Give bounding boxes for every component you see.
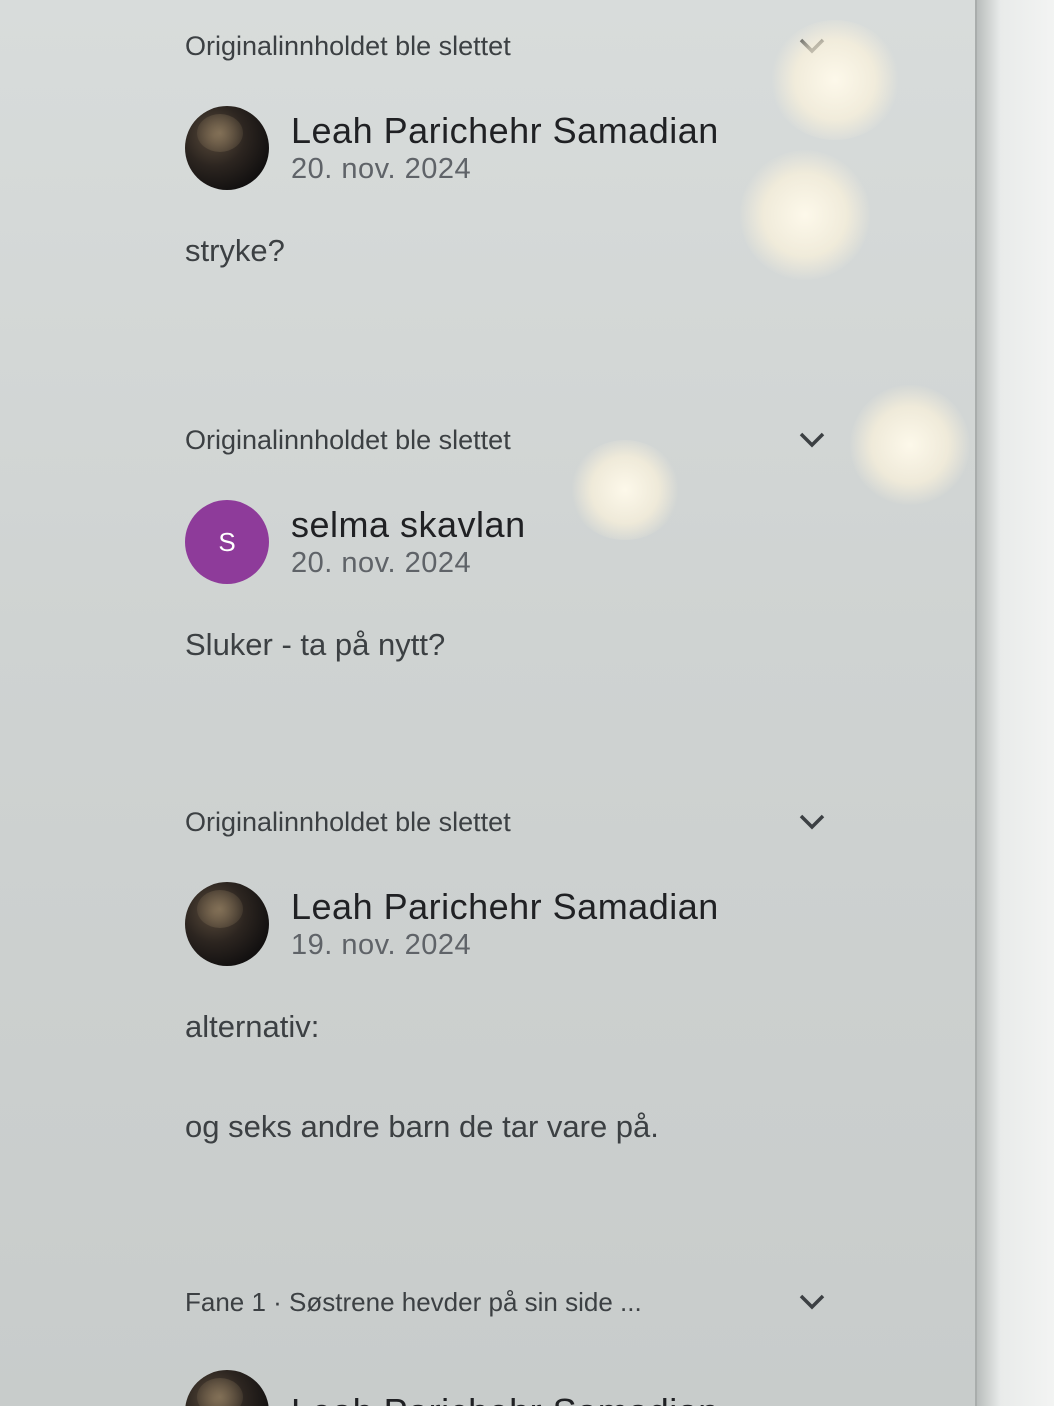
chevron-down-icon[interactable] <box>797 1287 827 1317</box>
chevron-down-icon[interactable] <box>797 425 827 455</box>
comment-thread: Fane 1 · Søstrene hevder på sin side ...… <box>185 1280 835 1406</box>
comment-body: alternativ: og seks andre barn de tar va… <box>185 1008 835 1146</box>
author-meta: selma skavlan 20. nov. 2024 <box>291 504 526 580</box>
comment-date: 19. nov. 2024 <box>291 929 472 961</box>
thread-quote-text: Originalinnholdet ble slettet <box>185 424 511 455</box>
comment: S selma skavlan 20. nov. 2024 Sluker - t… <box>185 500 835 664</box>
comment-thread: Originalinnholdet ble slettet Leah Paric… <box>185 24 835 270</box>
comment-date: 20. nov. 2024 <box>291 547 472 579</box>
thread-header[interactable]: Originalinnholdet ble slettet <box>185 800 835 844</box>
comments-panel: Originalinnholdet ble slettet Leah Paric… <box>0 0 975 1406</box>
comment-date: 20. nov. 2024 <box>291 153 472 185</box>
comment: Leah Parichehr Samadian 20. nov. 2024 st… <box>185 106 835 270</box>
thread-quote-text: Fane 1 · Søstrene hevder på sin side ... <box>185 1286 642 1317</box>
chevron-down-icon[interactable] <box>797 31 827 61</box>
comment-thread: Originalinnholdet ble slettet S selma sk… <box>185 418 835 664</box>
avatar[interactable] <box>185 1370 269 1406</box>
comment-body: stryke? <box>185 232 835 270</box>
comment-author-row: S selma skavlan 20. nov. 2024 <box>185 500 835 584</box>
comment-body: Sluker - ta på nytt? <box>185 626 835 664</box>
thread-header[interactable]: Originalinnholdet ble slettet <box>185 418 835 462</box>
comment: Leah Parichehr Samadian 19. nov. 2024 al… <box>185 882 835 1146</box>
author-name: selma skavlan <box>291 504 526 545</box>
screen-glare <box>850 385 970 505</box>
author-meta: Leah Parichehr Samadian <box>291 1391 719 1406</box>
avatar[interactable] <box>185 106 269 190</box>
author-name: Leah Parichehr Samadian <box>291 110 719 151</box>
comment-thread: Originalinnholdet ble slettet Leah Paric… <box>185 800 835 1146</box>
comment-text: alternativ: <box>185 1009 320 1044</box>
comment-author-row: Leah Parichehr Samadian <box>185 1370 835 1406</box>
author-meta: Leah Parichehr Samadian 19. nov. 2024 <box>291 886 719 962</box>
avatar[interactable] <box>185 882 269 966</box>
comment-text: og seks andre barn de tar vare på. <box>185 1109 659 1144</box>
thread-header[interactable]: Originalinnholdet ble slettet <box>185 24 835 68</box>
author-name: Leah Parichehr Samadian <box>291 886 719 927</box>
avatar-letter: S <box>218 526 236 557</box>
monitor-bezel <box>975 0 1054 1406</box>
comment-author-row: Leah Parichehr Samadian 19. nov. 2024 <box>185 882 835 966</box>
thread-quote-text: Originalinnholdet ble slettet <box>185 806 511 837</box>
comment-text: stryke? <box>185 233 285 268</box>
author-meta: Leah Parichehr Samadian 20. nov. 2024 <box>291 110 719 186</box>
comment-author-row: Leah Parichehr Samadian 20. nov. 2024 <box>185 106 835 190</box>
comment: Leah Parichehr Samadian <box>185 1370 835 1406</box>
avatar[interactable]: S <box>185 500 269 584</box>
author-name: Leah Parichehr Samadian <box>291 1391 719 1406</box>
thread-quote-text: Originalinnholdet ble slettet <box>185 30 511 61</box>
comment-text: Sluker - ta på nytt? <box>185 627 446 662</box>
chevron-down-icon[interactable] <box>797 807 827 837</box>
thread-header[interactable]: Fane 1 · Søstrene hevder på sin side ... <box>185 1280 835 1324</box>
